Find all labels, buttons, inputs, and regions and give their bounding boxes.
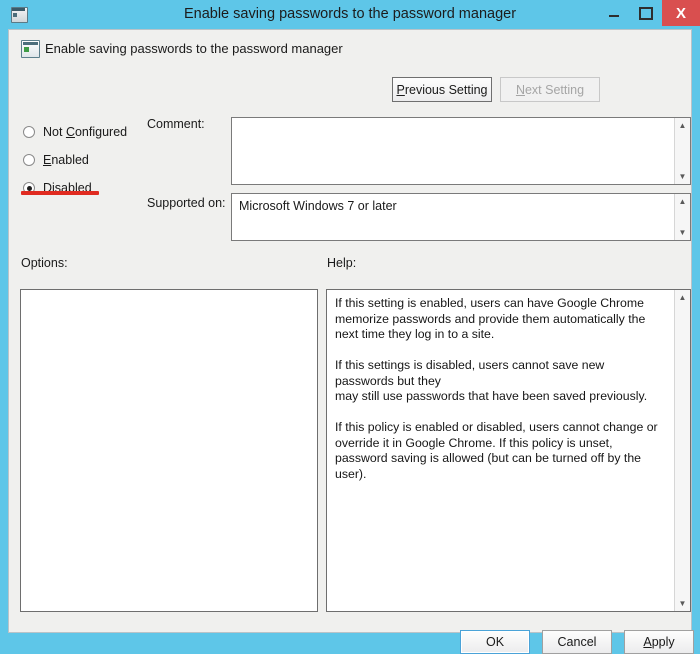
apply-button[interactable]: Apply xyxy=(624,630,694,654)
scroll-down-icon[interactable]: ▼ xyxy=(675,169,690,184)
radio-label: Not Configured xyxy=(43,125,127,139)
previous-setting-button[interactable]: Previous Setting xyxy=(392,77,492,102)
policy-state-radio-group: Not Configured Enabled Disabled xyxy=(23,118,127,202)
window-title: Enable saving passwords to the password … xyxy=(0,0,700,28)
title-bar[interactable]: Enable saving passwords to the password … xyxy=(0,0,700,28)
scroll-up-icon[interactable]: ▲ xyxy=(675,118,690,133)
maximize-button[interactable] xyxy=(630,0,662,26)
radio-label: Enabled xyxy=(43,153,89,167)
supported-on-label: Supported on: xyxy=(147,196,226,210)
policy-setting-dialog: Enable saving passwords to the password … xyxy=(0,0,700,643)
scroll-up-icon[interactable]: ▲ xyxy=(675,290,690,305)
dialog-client-area: Enable saving passwords to the password … xyxy=(8,29,692,633)
ok-button[interactable]: OK xyxy=(460,630,530,654)
next-setting-button[interactable]: Next Setting xyxy=(500,77,600,102)
scroll-up-icon[interactable]: ▲ xyxy=(675,194,690,209)
radio-disabled[interactable]: Disabled xyxy=(23,174,127,202)
radio-not-configured[interactable]: Not Configured xyxy=(23,118,127,146)
help-label: Help: xyxy=(327,256,356,270)
disabled-highlight-annotation xyxy=(21,191,99,195)
help-panel[interactable]: If this setting is enabled, users can ha… xyxy=(326,289,691,612)
radio-icon xyxy=(23,126,35,138)
supported-on-field[interactable]: Microsoft Windows 7 or later ▲ ▼ xyxy=(231,193,691,241)
close-button[interactable]: X xyxy=(662,0,700,26)
comment-field[interactable]: ▲ ▼ xyxy=(231,117,691,185)
policy-name-label: Enable saving passwords to the password … xyxy=(45,41,343,56)
scroll-down-icon[interactable]: ▼ xyxy=(675,596,690,611)
supported-on-value: Microsoft Windows 7 or later xyxy=(232,194,690,218)
caption-buttons: X xyxy=(598,0,700,26)
scroll-down-icon[interactable]: ▼ xyxy=(675,225,690,240)
options-content xyxy=(21,290,300,611)
options-panel[interactable] xyxy=(20,289,318,612)
comment-scrollbar[interactable]: ▲ ▼ xyxy=(674,118,690,184)
options-label: Options: xyxy=(21,256,68,270)
radio-enabled[interactable]: Enabled xyxy=(23,146,127,174)
comment-label: Comment: xyxy=(147,117,205,131)
comment-value xyxy=(232,118,690,128)
cancel-button[interactable]: Cancel xyxy=(542,630,612,654)
minimize-button[interactable] xyxy=(598,0,630,26)
policy-window-icon xyxy=(10,5,28,23)
supported-on-scrollbar[interactable]: ▲ ▼ xyxy=(674,194,690,240)
radio-icon xyxy=(23,154,35,166)
help-text: If this setting is enabled, users can ha… xyxy=(327,290,673,611)
help-scrollbar[interactable]: ▲ ▼ xyxy=(674,290,690,611)
policy-setting-icon xyxy=(21,40,40,58)
